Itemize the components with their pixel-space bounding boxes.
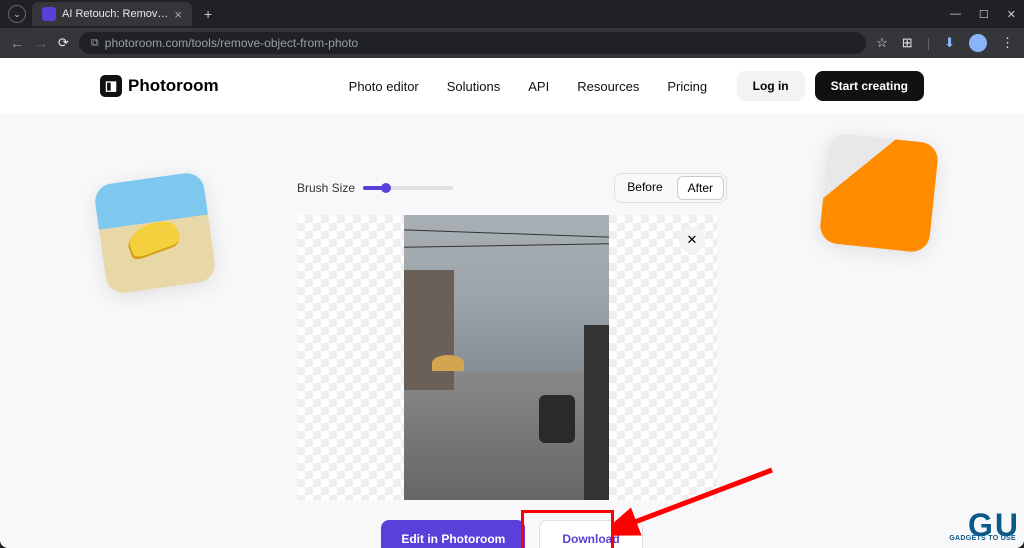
nav-resources[interactable]: Resources: [577, 79, 639, 94]
nav-pricing[interactable]: Pricing: [667, 79, 707, 94]
watermark-text: GADGETS TO USE: [949, 535, 1016, 542]
site-header: ◨ Photoroom Photo editor Solutions API R…: [0, 58, 1024, 114]
decorative-image-person: [819, 133, 940, 254]
nav-photo-editor[interactable]: Photo editor: [349, 79, 419, 94]
nav-api[interactable]: API: [528, 79, 549, 94]
download-icon[interactable]: ⬇: [944, 35, 955, 51]
logo-icon: ◨: [100, 75, 122, 97]
reload-button[interactable]: ⟳: [58, 35, 69, 51]
image-canvas[interactable]: ✕: [297, 215, 717, 500]
site-info-icon[interactable]: ⧉: [91, 37, 99, 50]
login-button[interactable]: Log in: [737, 71, 805, 101]
logo-text: Photoroom: [128, 76, 219, 96]
toggle-before[interactable]: Before: [615, 174, 674, 202]
forward-button[interactable]: →: [34, 35, 48, 51]
maximize-button[interactable]: ☐: [979, 8, 989, 21]
window-controls: — ☐ ✕: [950, 8, 1016, 21]
back-button[interactable]: ←: [10, 35, 24, 51]
url-text: photoroom.com/tools/remove-object-from-p…: [105, 36, 358, 50]
nav-solutions[interactable]: Solutions: [447, 79, 500, 94]
separator: |: [927, 36, 930, 51]
download-button[interactable]: Download: [539, 520, 642, 548]
profile-avatar[interactable]: [969, 34, 987, 52]
watermark: G U GADGETS TO USE: [968, 507, 1018, 544]
tab-search-button[interactable]: ⌄: [8, 5, 26, 23]
nav-menu: Photo editor Solutions API Resources Pri…: [349, 79, 707, 94]
decorative-image-shoes: [93, 171, 217, 295]
close-window-button[interactable]: ✕: [1007, 8, 1016, 21]
new-tab-button[interactable]: +: [204, 6, 212, 22]
toggle-after[interactable]: After: [677, 176, 724, 200]
menu-icon[interactable]: ⋮: [1001, 35, 1014, 51]
browser-tab[interactable]: AI Retouch: Remove Unwanted ×: [32, 2, 192, 26]
brush-size-slider[interactable]: [363, 186, 453, 190]
close-image-button[interactable]: ✕: [679, 227, 705, 253]
tab-title: AI Retouch: Remove Unwanted: [62, 8, 168, 20]
edit-in-photoroom-button[interactable]: Edit in Photoroom: [381, 520, 525, 548]
minimize-button[interactable]: —: [950, 8, 961, 21]
before-after-toggle: Before After: [614, 173, 727, 203]
tab-favicon: [42, 7, 56, 21]
browser-addressbar: ← → ⟳ ⧉ photoroom.com/tools/remove-objec…: [0, 28, 1024, 58]
bookmark-icon[interactable]: ☆: [876, 35, 888, 51]
brush-size-control: Brush Size: [297, 181, 453, 195]
edited-photo: [404, 215, 609, 500]
extensions-icon[interactable]: ⊞: [902, 35, 913, 51]
page-content: ◨ Photoroom Photo editor Solutions API R…: [0, 58, 1024, 548]
url-input[interactable]: ⧉ photoroom.com/tools/remove-object-from…: [79, 32, 866, 54]
start-creating-button[interactable]: Start creating: [815, 71, 924, 101]
browser-titlebar: ⌄ AI Retouch: Remove Unwanted × + — ☐ ✕: [0, 0, 1024, 28]
logo[interactable]: ◨ Photoroom: [100, 75, 219, 97]
brush-size-label: Brush Size: [297, 181, 355, 195]
tab-close-icon[interactable]: ×: [174, 7, 182, 22]
editor-panel: Brush Size Before After ✕ Edit in Photor…: [297, 173, 727, 548]
